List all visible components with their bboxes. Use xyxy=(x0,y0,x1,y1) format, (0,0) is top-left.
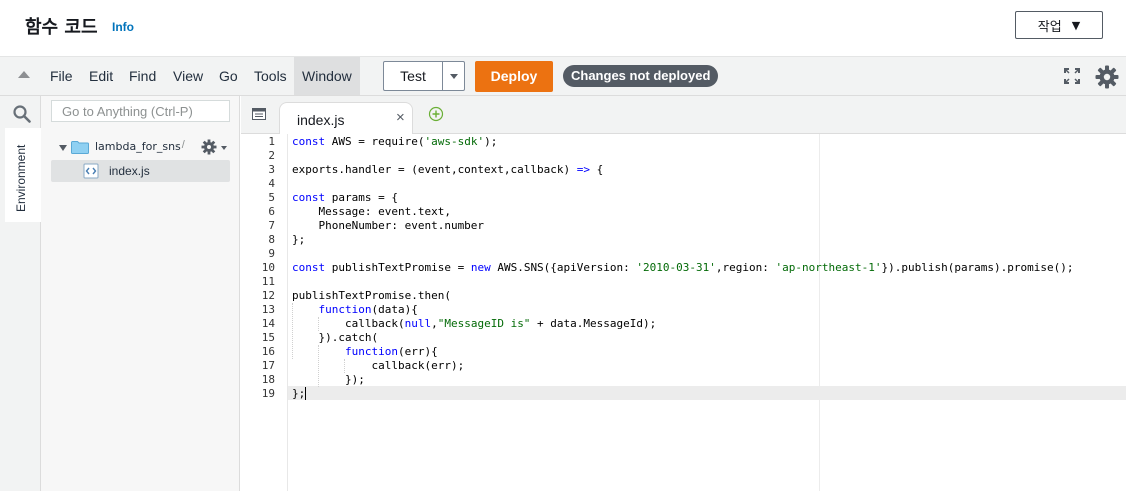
line-number: 2 xyxy=(268,149,275,162)
menu-tools[interactable]: Tools xyxy=(246,57,295,95)
code-line: }); xyxy=(292,373,365,386)
code-line: PhoneNumber: event.number xyxy=(292,219,485,232)
text-cursor xyxy=(305,387,306,400)
line-number: 8 xyxy=(268,233,275,246)
side-panel-strip: Environment xyxy=(0,96,41,491)
line-number: 5 xyxy=(268,191,275,204)
line-number: 6 xyxy=(268,205,275,218)
line-number: 9 xyxy=(268,247,275,260)
line-number: 12 xyxy=(261,289,275,302)
code-line: publishTextPromise.then( xyxy=(292,289,451,302)
tree-settings-gear-icon[interactable] xyxy=(201,139,217,155)
tree-folder-row[interactable]: lambda_for_sns - / xyxy=(41,136,240,158)
line-number: 1 xyxy=(268,135,275,148)
file-name: index.js xyxy=(109,164,150,178)
ide-menu-bar: File Edit Find View Go Tools Window Test… xyxy=(0,56,1126,96)
js-file-icon xyxy=(83,163,99,179)
menu-edit[interactable]: Edit xyxy=(81,57,121,95)
line-number: 7 xyxy=(268,219,275,232)
line-number: 18 xyxy=(261,373,275,386)
folder-expand-icon[interactable] xyxy=(59,145,67,151)
line-number: 16 xyxy=(261,345,275,358)
test-button-divider xyxy=(442,62,443,90)
test-button[interactable]: Test xyxy=(383,61,465,91)
code-line: const publishTextPromise = new AWS.SNS({… xyxy=(292,261,1074,274)
line-number: 19 xyxy=(261,387,275,400)
code-line: const params = { xyxy=(292,191,398,204)
menu-go[interactable]: Go xyxy=(211,57,246,95)
line-number-gutter: 1 2 3 4 5 6 7 8 9 10 11 12 13 14 15 16 1… xyxy=(241,134,288,491)
code-editor[interactable]: 1 2 3 4 5 6 7 8 9 10 11 12 13 14 15 16 1… xyxy=(241,134,1126,491)
code-line: function(data){ xyxy=(318,303,418,316)
line-number: 15 xyxy=(261,331,275,344)
editor-tab-bar: index.js × xyxy=(241,96,1126,134)
print-margin xyxy=(819,134,820,491)
actions-dropdown-button[interactable]: 작업 ▼ xyxy=(1015,11,1103,39)
tree-settings-caret-icon[interactable] xyxy=(221,146,227,150)
page-title: 함수 코드 xyxy=(25,17,98,38)
tree-file-row[interactable]: index.js xyxy=(51,160,230,182)
tab-list-icon[interactable] xyxy=(252,108,266,120)
code-line: callback(err); xyxy=(292,359,465,372)
code-line: const AWS = require('aws-sdk'); xyxy=(292,135,498,148)
environment-tab-label[interactable]: Environment xyxy=(14,145,28,212)
line-number: 17 xyxy=(261,359,275,372)
code-line: Message: event.text, xyxy=(292,205,451,218)
folder-name: lambda_for_sns xyxy=(95,140,181,153)
actions-label: 작업 xyxy=(1037,19,1062,35)
go-to-anything-input[interactable]: Go to Anything (Ctrl-P) xyxy=(51,100,230,122)
line-number: 11 xyxy=(261,275,275,288)
search-icon[interactable] xyxy=(13,105,31,123)
active-line-highlight xyxy=(241,386,1126,400)
line-number: 3 xyxy=(268,163,275,176)
folder-path: - / xyxy=(175,139,185,151)
close-tab-icon[interactable]: × xyxy=(396,109,405,126)
menu-window[interactable]: Window xyxy=(294,57,360,95)
info-link[interactable]: Info xyxy=(112,20,134,34)
preferences-gear-icon[interactable] xyxy=(1095,65,1119,89)
new-tab-plus-icon[interactable] xyxy=(428,106,444,122)
function-code-header: 함수 코드 Info 작업 ▼ xyxy=(0,0,1126,56)
code-line: exports.handler = (event,context,callbac… xyxy=(292,163,604,176)
line-number: 4 xyxy=(268,177,275,190)
code-line: }).catch( xyxy=(292,331,379,344)
test-button-label[interactable]: Test xyxy=(384,62,442,90)
menu-find[interactable]: Find xyxy=(121,57,164,95)
line-number: 10 xyxy=(261,261,275,274)
caret-down-icon: ▼ xyxy=(1071,18,1081,32)
line-number: 14 xyxy=(261,317,275,330)
menu-view[interactable]: View xyxy=(165,57,211,95)
folder-icon xyxy=(71,141,89,154)
file-tree-panel: Go to Anything (Ctrl-P) lambda_for_sns -… xyxy=(41,96,240,491)
code-line: callback(null,"MessageID is" + data.Mess… xyxy=(292,317,657,330)
test-dropdown-caret-icon[interactable] xyxy=(450,74,458,79)
code-line: }; xyxy=(292,233,306,246)
code-line: function(err){ xyxy=(344,345,438,358)
editor-tab-label: index.js xyxy=(297,112,345,128)
fullscreen-icon[interactable] xyxy=(1064,68,1080,84)
line-number: 13 xyxy=(261,303,275,316)
menu-file[interactable]: File xyxy=(42,57,81,95)
editor-tab-index-js[interactable]: index.js × xyxy=(279,102,413,134)
status-badge: Changes not deployed xyxy=(563,65,719,87)
deploy-button[interactable]: Deploy xyxy=(475,61,553,92)
code-line: }; xyxy=(292,387,306,400)
collapse-toggle-icon[interactable] xyxy=(18,71,30,78)
